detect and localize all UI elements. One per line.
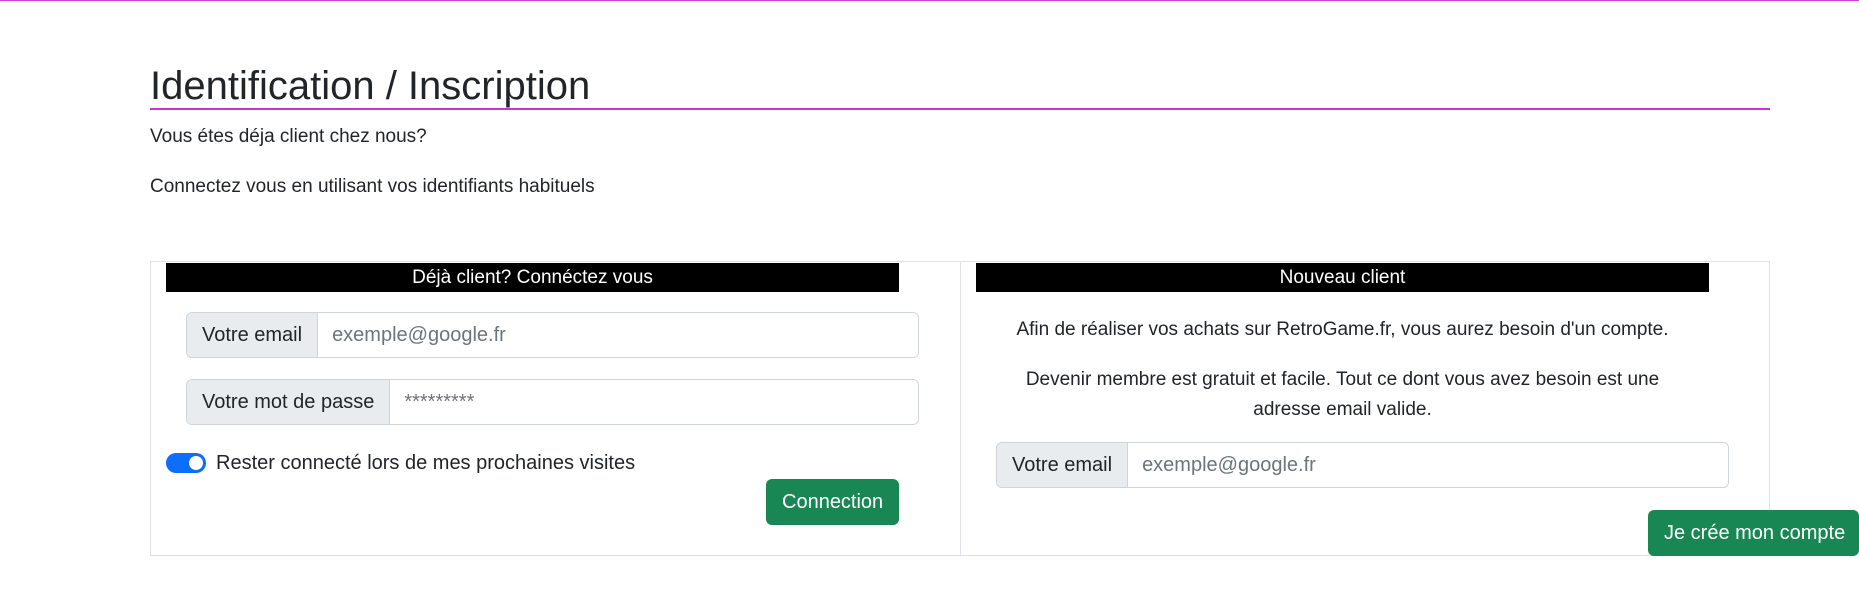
top-accent-line xyxy=(0,0,1859,1)
login-password-input[interactable] xyxy=(390,380,918,424)
intro-hint: Connectez vous en utilisant vos identifi… xyxy=(150,176,595,197)
login-email-group: Votre email xyxy=(186,312,919,358)
login-email-input[interactable] xyxy=(318,313,918,357)
login-password-group: Votre mot de passe xyxy=(186,379,919,425)
login-email-label: Votre email xyxy=(187,313,319,357)
remember-me-label[interactable]: Rester connecté lors de mes prochaines v… xyxy=(216,450,635,476)
remember-me-row: Rester connecté lors de mes prochaines v… xyxy=(166,450,635,476)
register-panel: Nouveau client Afin de réaliser vos acha… xyxy=(960,261,1859,556)
login-password-label: Votre mot de passe xyxy=(187,380,391,424)
remember-me-toggle[interactable] xyxy=(166,453,206,473)
title-underline xyxy=(150,108,1770,110)
login-panel-header: Déjà client? Connéctez vous xyxy=(166,263,899,292)
register-email-group: Votre email xyxy=(996,442,1729,488)
register-email-label: Votre email xyxy=(997,443,1129,487)
register-benefit-text: Devenir membre est gratuit et facile. To… xyxy=(1025,369,1660,420)
create-account-button[interactable]: Je crée mon compte xyxy=(1648,510,1859,556)
page-title: Identification / Inscription xyxy=(150,64,591,108)
register-info-text: Afin de réaliser vos achats sur RetroGam… xyxy=(1016,319,1669,340)
toggle-knob xyxy=(189,456,203,470)
register-panel-header: Nouveau client xyxy=(976,263,1709,292)
login-panel: Déjà client? Connéctez vous Votre email … xyxy=(150,261,961,556)
login-button[interactable]: Connection xyxy=(766,479,899,525)
register-email-input[interactable] xyxy=(1128,443,1728,487)
intro-question: Vous étes déja client chez nous? xyxy=(150,126,427,147)
